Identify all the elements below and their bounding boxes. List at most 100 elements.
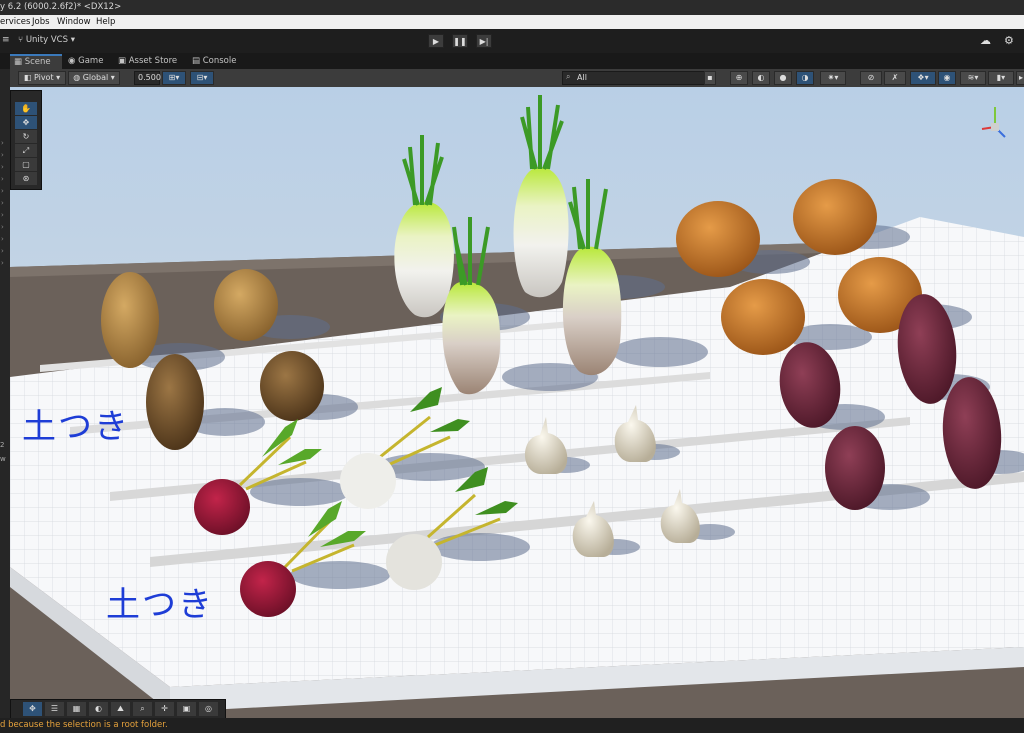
snap-value-field[interactable]: 0.500 bbox=[134, 71, 161, 85]
scale-icon: ⤢ bbox=[22, 146, 30, 155]
onion bbox=[793, 179, 877, 255]
shaded-wire-button[interactable]: ◐ bbox=[752, 71, 770, 85]
expand-arrow-icon[interactable]: › bbox=[1, 259, 4, 267]
menu-help[interactable]: Help bbox=[96, 15, 115, 29]
draw-mode-button[interactable]: ⊕ bbox=[730, 71, 748, 85]
eye-button[interactable]: ◉ bbox=[938, 71, 956, 85]
tab-game-label: Game bbox=[78, 56, 104, 66]
camera-icon: ▮▾ bbox=[996, 73, 1006, 82]
lighting-button[interactable]: ✷▾ bbox=[820, 71, 846, 85]
move-tool[interactable]: ✥ bbox=[15, 116, 37, 129]
tools-overlay: ✋ ✥ ↻ ⤢ ▢ ⊛ bbox=[10, 90, 42, 190]
grid-button[interactable]: ▦ bbox=[67, 702, 86, 716]
status-message: d because the selection is a root folder… bbox=[0, 720, 168, 730]
expand-arrow-icon[interactable]: › bbox=[1, 139, 4, 147]
rect-icon: ▢ bbox=[22, 160, 30, 169]
rotate-tool[interactable]: ↻ bbox=[15, 130, 37, 143]
filter-icon: ▪ bbox=[707, 73, 713, 82]
scene-label-dirty: 土つき bbox=[22, 407, 130, 447]
menu-window[interactable]: Window bbox=[57, 15, 91, 29]
eye-icon: ◉ bbox=[943, 73, 951, 82]
search-icon: ⌕ bbox=[566, 72, 571, 81]
expand-arrow-icon[interactable]: › bbox=[1, 187, 4, 195]
camera-icon: ▣ bbox=[182, 704, 191, 713]
pick-icon: ✗ bbox=[891, 73, 899, 82]
expand-arrow-icon[interactable]: › bbox=[1, 235, 4, 243]
stack-button[interactable]: ≋▾ bbox=[960, 71, 986, 85]
increment-snap-icon: ⊟▾ bbox=[196, 73, 208, 82]
pause-button[interactable]: ❚❚ bbox=[452, 34, 468, 48]
tab-scene[interactable]: ▦ Scene bbox=[10, 54, 62, 69]
expand-arrow-icon[interactable]: › bbox=[1, 151, 4, 159]
tab-console[interactable]: ▤ Console bbox=[188, 54, 244, 69]
scale-tool[interactable]: ⤢ bbox=[15, 144, 37, 157]
window-title: y 6.2 (6000.2.6f2)* <DX12> bbox=[0, 2, 122, 12]
transform-icon: ⊛ bbox=[22, 174, 30, 183]
zoom-button[interactable]: ⌕ bbox=[133, 702, 152, 716]
gizmos-button[interactable]: ▸ bbox=[1016, 71, 1024, 85]
hidden-icon: ⊘ bbox=[867, 73, 875, 82]
grid-snap-button[interactable]: ⊞▾ bbox=[162, 71, 186, 85]
move-overlay-button[interactable]: ✥ bbox=[23, 702, 42, 716]
align-icon: ☰ bbox=[50, 704, 59, 713]
camera-overlay-button[interactable]: ▣ bbox=[177, 702, 196, 716]
increment-snap-button[interactable]: ⊟▾ bbox=[190, 71, 214, 85]
transform-tool[interactable]: ⊛ bbox=[15, 172, 37, 185]
expand-arrow-icon[interactable]: › bbox=[1, 211, 4, 219]
tab-asset-store-label: Asset Store bbox=[128, 56, 178, 66]
menu-services[interactable]: ervices bbox=[0, 15, 30, 29]
search-input[interactable]: All bbox=[562, 71, 714, 85]
expand-arrow-icon[interactable]: › bbox=[1, 199, 4, 207]
expand-arrow-icon[interactable]: › bbox=[1, 247, 4, 255]
cloud-icon[interactable]: ☁ bbox=[980, 34, 991, 47]
menu-jobs[interactable]: Jobs bbox=[32, 15, 50, 29]
branch-icon: ⑂ bbox=[18, 35, 24, 45]
pivot-label: Pivot bbox=[33, 73, 54, 82]
search-options-button[interactable]: ▪ bbox=[704, 71, 716, 85]
pan-icon: ✛ bbox=[161, 704, 168, 713]
globe-icon: ◍ bbox=[73, 73, 81, 82]
hierarchy-edge: › › › › › › › › › › › 2 w bbox=[0, 69, 10, 719]
terrain-icon: ⛰ bbox=[117, 704, 124, 713]
align-button[interactable]: ☰ bbox=[45, 702, 64, 716]
visibility-toggle[interactable]: ⊘ bbox=[860, 71, 882, 85]
wireframe-icon: ⊕ bbox=[735, 73, 743, 82]
hamburger-icon[interactable]: ≡ bbox=[2, 35, 10, 45]
bottom-overlay-toolbar: ✥ ☰ ▦ ◐ ⛰ ⌕ ✛ ▣ ◎ bbox=[10, 699, 226, 719]
expand-arrow-icon[interactable]: › bbox=[1, 223, 4, 231]
scene-toolbar: ◧ Pivot ▾ ◍ Global ▾ 0.500 ⊞▾ ⊟▾ All ⌕ ▪… bbox=[10, 69, 1024, 88]
shaded-wire-icon: ◐ bbox=[757, 73, 765, 82]
expand-arrow-icon[interactable]: › bbox=[1, 175, 4, 183]
pivot-dropdown[interactable]: ◧ Pivot ▾ bbox=[18, 71, 66, 85]
step-button[interactable]: ▶| bbox=[476, 34, 492, 48]
global-dropdown[interactable]: ◍ Global ▾ bbox=[68, 71, 120, 85]
side-number: 2 bbox=[0, 441, 5, 449]
hand-icon: ✋ bbox=[21, 104, 31, 113]
scene-label-dirty: 土つき bbox=[106, 585, 214, 625]
compass-button[interactable]: ◎ bbox=[199, 702, 218, 716]
grid-snap-icon: ⊞▾ bbox=[168, 73, 180, 82]
sun-icon: ✷▾ bbox=[827, 73, 839, 82]
gear-icon[interactable]: ⚙ bbox=[1004, 34, 1014, 47]
move-icon: ✥ bbox=[29, 704, 36, 713]
shaded-button[interactable]: ◑ bbox=[796, 71, 814, 85]
orbit-button[interactable]: ◐ bbox=[89, 702, 108, 716]
play-button[interactable]: ▶ bbox=[428, 34, 444, 48]
unlit-button[interactable]: ● bbox=[774, 71, 792, 85]
pick-toggle[interactable]: ✗ bbox=[884, 71, 906, 85]
layers-icon: ❖▾ bbox=[917, 73, 929, 82]
tab-asset-store[interactable]: ▣ Asset Store bbox=[114, 54, 186, 69]
unity-vcs-button[interactable]: ⑂ Unity VCS ▾ bbox=[18, 35, 75, 45]
scene-viewport[interactable]: 土つき 土つき bbox=[10, 87, 1024, 718]
tab-scene-label: Scene bbox=[24, 57, 51, 67]
pan-button[interactable]: ✛ bbox=[155, 702, 174, 716]
layers-button[interactable]: ❖▾ bbox=[910, 71, 936, 85]
camera-button[interactable]: ▮▾ bbox=[988, 71, 1014, 85]
hand-tool[interactable]: ✋ bbox=[15, 102, 37, 115]
tab-game[interactable]: ◉ Game bbox=[64, 54, 110, 69]
expand-arrow-icon[interactable]: › bbox=[1, 163, 4, 171]
sphere-icon: ● bbox=[779, 73, 787, 82]
terrain-button[interactable]: ⛰ bbox=[111, 702, 130, 716]
rect-tool[interactable]: ▢ bbox=[15, 158, 37, 171]
potato bbox=[101, 272, 159, 368]
